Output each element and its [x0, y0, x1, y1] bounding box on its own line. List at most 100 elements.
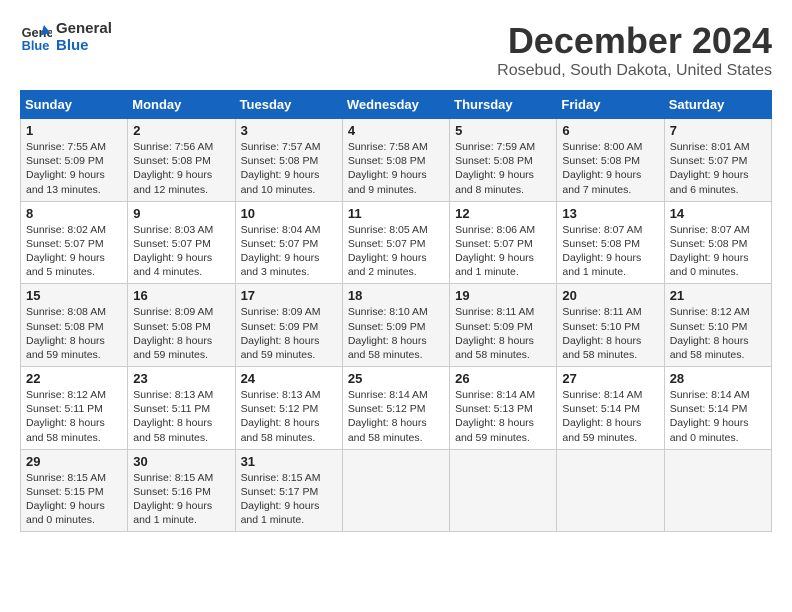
calendar-cell: 12 Sunrise: 8:06 AMSunset: 5:07 PMDayligh…	[450, 201, 557, 284]
logo-icon: General Blue	[20, 21, 52, 53]
day-number: 7	[670, 123, 766, 138]
day-number: 18	[348, 288, 444, 303]
day-number: 19	[455, 288, 551, 303]
calendar-cell	[342, 449, 449, 532]
calendar-cell	[557, 449, 664, 532]
day-detail: Sunrise: 8:08 AMSunset: 5:08 PMDaylight:…	[26, 305, 122, 362]
day-detail: Sunrise: 8:15 AMSunset: 5:16 PMDaylight:…	[133, 471, 229, 528]
calendar-cell: 5Sunrise: 7:59 AMSunset: 5:08 PMDaylight…	[450, 119, 557, 202]
day-number: 12	[455, 206, 551, 221]
day-detail: Sunrise: 8:09 AMSunset: 5:08 PMDaylight:…	[133, 305, 229, 362]
calendar-cell: 15 Sunrise: 8:08 AMSunset: 5:08 PMDayligh…	[21, 284, 128, 367]
calendar-cell: 21 Sunrise: 8:12 AMSunset: 5:10 PMDayligh…	[664, 284, 771, 367]
day-detail: Sunrise: 8:15 AMSunset: 5:17 PMDaylight:…	[241, 471, 337, 528]
day-number: 15	[26, 288, 122, 303]
calendar-cell: 22 Sunrise: 8:12 AMSunset: 5:11 PMDayligh…	[21, 367, 128, 450]
day-detail: Sunrise: 8:12 AMSunset: 5:11 PMDaylight:…	[26, 388, 122, 445]
logo: General Blue General Blue	[20, 20, 112, 54]
title-area: December 2024 Rosebud, South Dakota, Uni…	[497, 20, 772, 80]
day-number: 31	[241, 454, 337, 469]
day-detail: Sunrise: 7:55 AMSunset: 5:09 PMDaylight:…	[26, 140, 122, 197]
day-number: 28	[670, 371, 766, 386]
header: General Blue General Blue December 2024 …	[20, 20, 772, 80]
calendar-cell: 30 Sunrise: 8:15 AMSunset: 5:16 PMDayligh…	[128, 449, 235, 532]
day-number: 22	[26, 371, 122, 386]
calendar-header-row: SundayMondayTuesdayWednesdayThursdayFrid…	[21, 91, 772, 119]
calendar-cell	[450, 449, 557, 532]
day-detail: Sunrise: 8:03 AMSunset: 5:07 PMDaylight:…	[133, 223, 229, 280]
calendar-week-2: 8Sunrise: 8:02 AMSunset: 5:07 PMDaylight…	[21, 201, 772, 284]
day-detail: Sunrise: 8:15 AMSunset: 5:15 PMDaylight:…	[26, 471, 122, 528]
calendar-cell: 18 Sunrise: 8:10 AMSunset: 5:09 PMDayligh…	[342, 284, 449, 367]
day-number: 10	[241, 206, 337, 221]
day-number: 3	[241, 123, 337, 138]
calendar-cell: 23 Sunrise: 8:13 AMSunset: 5:11 PMDayligh…	[128, 367, 235, 450]
calendar-cell: 11Sunrise: 8:05 AMSunset: 5:07 PMDayligh…	[342, 201, 449, 284]
day-header-thursday: Thursday	[450, 91, 557, 119]
day-detail: Sunrise: 7:57 AMSunset: 5:08 PMDaylight:…	[241, 140, 337, 197]
calendar-cell: 16Sunrise: 8:09 AMSunset: 5:08 PMDayligh…	[128, 284, 235, 367]
calendar-cell: 25 Sunrise: 8:14 AMSunset: 5:12 PMDayligh…	[342, 367, 449, 450]
day-number: 13	[562, 206, 658, 221]
day-detail: Sunrise: 8:13 AMSunset: 5:12 PMDaylight:…	[241, 388, 337, 445]
day-number: 20	[562, 288, 658, 303]
calendar-cell: 27 Sunrise: 8:14 AMSunset: 5:14 PMDayligh…	[557, 367, 664, 450]
logo-blue: Blue	[56, 37, 112, 54]
day-number: 21	[670, 288, 766, 303]
main-title: December 2024	[497, 20, 772, 62]
day-header-saturday: Saturday	[664, 91, 771, 119]
day-detail: Sunrise: 7:56 AMSunset: 5:08 PMDaylight:…	[133, 140, 229, 197]
day-detail: Sunrise: 8:14 AMSunset: 5:13 PMDaylight:…	[455, 388, 551, 445]
day-detail: Sunrise: 8:06 AMSunset: 5:07 PMDaylight:…	[455, 223, 551, 280]
day-detail: Sunrise: 8:13 AMSunset: 5:11 PMDaylight:…	[133, 388, 229, 445]
day-number: 5	[455, 123, 551, 138]
calendar-cell: 28Sunrise: 8:14 AMSunset: 5:14 PMDayligh…	[664, 367, 771, 450]
calendar-week-1: 1Sunrise: 7:55 AMSunset: 5:09 PMDaylight…	[21, 119, 772, 202]
calendar-cell: 24 Sunrise: 8:13 AMSunset: 5:12 PMDayligh…	[235, 367, 342, 450]
calendar-cell: 17Sunrise: 8:09 AMSunset: 5:09 PMDayligh…	[235, 284, 342, 367]
calendar-cell: 9 Sunrise: 8:03 AMSunset: 5:07 PMDaylight…	[128, 201, 235, 284]
day-number: 26	[455, 371, 551, 386]
calendar-table: SundayMondayTuesdayWednesdayThursdayFrid…	[20, 90, 772, 532]
calendar-cell: 29Sunrise: 8:15 AMSunset: 5:15 PMDayligh…	[21, 449, 128, 532]
day-number: 4	[348, 123, 444, 138]
calendar-cell: 26 Sunrise: 8:14 AMSunset: 5:13 PMDayligh…	[450, 367, 557, 450]
logo-general: General	[56, 20, 112, 37]
day-number: 9	[133, 206, 229, 221]
day-number: 25	[348, 371, 444, 386]
calendar-week-3: 15 Sunrise: 8:08 AMSunset: 5:08 PMDayligh…	[21, 284, 772, 367]
calendar-cell: 6 Sunrise: 8:00 AMSunset: 5:08 PMDaylight…	[557, 119, 664, 202]
day-number: 6	[562, 123, 658, 138]
day-header-tuesday: Tuesday	[235, 91, 342, 119]
day-detail: Sunrise: 7:58 AMSunset: 5:08 PMDaylight:…	[348, 140, 444, 197]
day-detail: Sunrise: 8:14 AMSunset: 5:14 PMDaylight:…	[562, 388, 658, 445]
day-number: 14	[670, 206, 766, 221]
calendar-cell: 8Sunrise: 8:02 AMSunset: 5:07 PMDaylight…	[21, 201, 128, 284]
calendar-cell	[664, 449, 771, 532]
day-detail: Sunrise: 8:14 AMSunset: 5:12 PMDaylight:…	[348, 388, 444, 445]
day-number: 23	[133, 371, 229, 386]
calendar-week-5: 29Sunrise: 8:15 AMSunset: 5:15 PMDayligh…	[21, 449, 772, 532]
day-detail: Sunrise: 8:12 AMSunset: 5:10 PMDaylight:…	[670, 305, 766, 362]
day-detail: Sunrise: 8:11 AMSunset: 5:09 PMDaylight:…	[455, 305, 551, 362]
calendar-cell: 13 Sunrise: 8:07 AMSunset: 5:08 PMDayligh…	[557, 201, 664, 284]
day-number: 27	[562, 371, 658, 386]
day-header-friday: Friday	[557, 91, 664, 119]
day-header-sunday: Sunday	[21, 91, 128, 119]
day-detail: Sunrise: 8:11 AMSunset: 5:10 PMDaylight:…	[562, 305, 658, 362]
subtitle: Rosebud, South Dakota, United States	[497, 62, 772, 80]
calendar-week-4: 22 Sunrise: 8:12 AMSunset: 5:11 PMDayligh…	[21, 367, 772, 450]
day-number: 24	[241, 371, 337, 386]
day-header-monday: Monday	[128, 91, 235, 119]
calendar-cell: 19 Sunrise: 8:11 AMSunset: 5:09 PMDayligh…	[450, 284, 557, 367]
day-number: 30	[133, 454, 229, 469]
day-detail: Sunrise: 8:02 AMSunset: 5:07 PMDaylight:…	[26, 223, 122, 280]
day-detail: Sunrise: 8:00 AMSunset: 5:08 PMDaylight:…	[562, 140, 658, 197]
day-detail: Sunrise: 8:07 AMSunset: 5:08 PMDaylight:…	[562, 223, 658, 280]
day-header-wednesday: Wednesday	[342, 91, 449, 119]
day-number: 2	[133, 123, 229, 138]
calendar-cell: 10Sunrise: 8:04 AMSunset: 5:07 PMDayligh…	[235, 201, 342, 284]
day-detail: Sunrise: 8:10 AMSunset: 5:09 PMDaylight:…	[348, 305, 444, 362]
calendar-cell: 1Sunrise: 7:55 AMSunset: 5:09 PMDaylight…	[21, 119, 128, 202]
day-detail: Sunrise: 8:05 AMSunset: 5:07 PMDaylight:…	[348, 223, 444, 280]
